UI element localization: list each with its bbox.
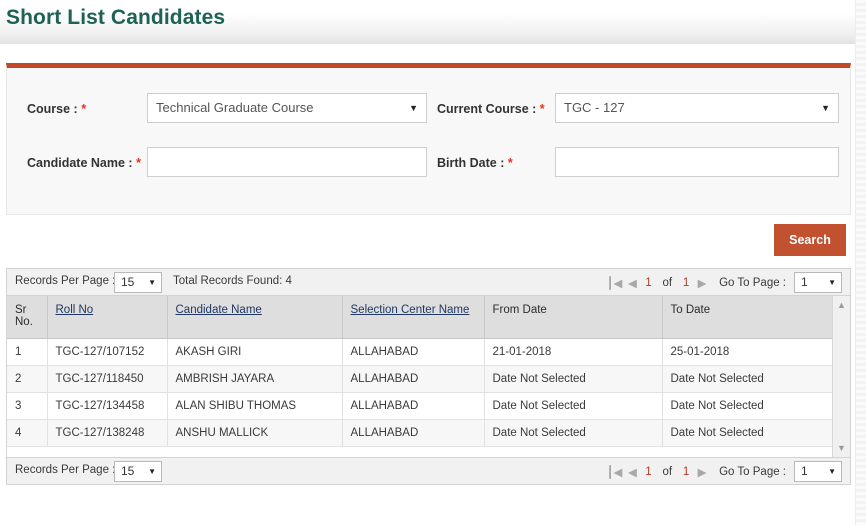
- cell-sr-no: 4: [7, 419, 48, 447]
- cell-sr-no: 2: [7, 365, 48, 393]
- goto-page-value: 1: [801, 275, 808, 289]
- birth-date-input[interactable]: [555, 147, 839, 177]
- records-per-page-value-bottom: 15: [121, 464, 135, 478]
- total-records-found: Total Records Found: 4: [173, 275, 292, 287]
- current-page-number: 1: [645, 276, 652, 289]
- column-header-candidate-name[interactable]: Candidate Name: [167, 296, 343, 339]
- table-row[interactable]: 4 TGC-127/138248 ANSHU MALLICK ALLAHABAD…: [7, 419, 833, 447]
- chevron-down-icon: ▼: [821, 103, 830, 113]
- first-page-icon[interactable]: ┃◀: [605, 269, 623, 296]
- of-label-bottom: of: [662, 465, 673, 478]
- candidate-name-input[interactable]: [147, 147, 427, 177]
- previous-page-icon[interactable]: ◀: [623, 458, 641, 485]
- cell-from-date: Date Not Selected: [484, 392, 663, 420]
- course-select[interactable]: Technical Graduate Course ▼: [147, 93, 427, 123]
- current-page-number-bottom: 1: [645, 465, 652, 478]
- table-scroll-region: Sr No. Roll No Candidate Name Selection …: [7, 296, 850, 457]
- goto-page-select-bottom[interactable]: 1 ▼: [794, 461, 842, 482]
- chevron-down-icon: ▼: [828, 278, 836, 287]
- cell-candidate-name: ALAN SHIBU THOMAS: [167, 392, 343, 420]
- cell-selection-center: ALLAHABAD: [342, 365, 485, 393]
- cell-to-date: Date Not Selected: [662, 365, 833, 393]
- current-course-label: Current Course : *: [437, 102, 545, 116]
- cell-selection-center: ALLAHABAD: [342, 392, 485, 420]
- cell-to-date: 25-01-2018: [662, 338, 833, 366]
- cell-sr-no: 1: [7, 338, 48, 366]
- current-course-select-value: TGC - 127: [564, 100, 625, 115]
- records-per-page-value: 15: [121, 275, 135, 289]
- pager-bar-bottom: Records Per Page : 15 ▼ ┃◀ ◀ 1 of 1 ▶ Go…: [7, 457, 850, 484]
- next-page-icon[interactable]: ▶: [693, 269, 711, 296]
- page-title: Short List Candidates: [6, 6, 226, 29]
- goto-page-label-bottom: Go To Page :: [719, 465, 786, 478]
- required-asterisk: *: [539, 102, 545, 116]
- search-filter-panel: Course : * Technical Graduate Course ▼ C…: [6, 63, 851, 215]
- search-button[interactable]: Search: [774, 224, 846, 256]
- candidate-name-label: Candidate Name : *: [27, 156, 141, 170]
- chevron-down-icon: ▼: [828, 467, 836, 476]
- total-page-number: 1: [682, 276, 690, 289]
- birth-date-label: Birth Date : *: [437, 156, 513, 170]
- required-asterisk: *: [81, 102, 87, 116]
- pager-bar-top: Records Per Page : 15 ▼ Total Records Fo…: [7, 269, 850, 296]
- column-header-selection-center-name[interactable]: Selection Center Name: [342, 296, 485, 339]
- total-page-number-bottom: 1: [682, 465, 690, 478]
- table-vertical-scrollbar[interactable]: ▲ ▼: [832, 296, 850, 457]
- cell-from-date: Date Not Selected: [484, 419, 663, 447]
- cell-candidate-name: AKASH GIRI: [167, 338, 343, 366]
- cell-roll-no: TGC-127/118450: [47, 365, 168, 393]
- chevron-down-icon: ▼: [409, 103, 418, 113]
- scroll-down-icon[interactable]: ▼: [833, 440, 850, 456]
- cell-from-date: 21-01-2018: [484, 338, 663, 366]
- column-header-from-date: From Date: [484, 296, 663, 339]
- chevron-down-icon: ▼: [148, 467, 156, 476]
- table-header-row: Sr No. Roll No Candidate Name Selection …: [7, 296, 833, 339]
- goto-page-label: Go To Page :: [719, 276, 786, 289]
- cell-roll-no: TGC-127/134458: [47, 392, 168, 420]
- pagination-controls-bottom: ┃◀ ◀ 1 of 1 ▶ Go To Page : 1 ▼: [605, 458, 842, 485]
- table-row[interactable]: 2 TGC-127/118450 AMBRISH JAYARA ALLAHABA…: [7, 365, 833, 393]
- required-asterisk: *: [507, 156, 513, 170]
- page-header-band: Short List Candidates: [0, 0, 866, 44]
- goto-page-value-bottom: 1: [801, 464, 808, 478]
- required-asterisk: *: [136, 156, 141, 170]
- goto-page-select-top[interactable]: 1 ▼: [794, 272, 842, 293]
- records-per-page-label-bottom: Records Per Page :: [15, 464, 116, 476]
- previous-page-icon[interactable]: ◀: [623, 269, 641, 296]
- cell-candidate-name: AMBRISH JAYARA: [167, 365, 343, 393]
- candidates-table: Sr No. Roll No Candidate Name Selection …: [7, 296, 833, 447]
- cell-sr-no: 3: [7, 392, 48, 420]
- course-label: Course : *: [27, 102, 87, 116]
- column-header-sr-no: Sr No.: [7, 296, 48, 339]
- cell-from-date: Date Not Selected: [484, 365, 663, 393]
- column-header-to-date: To Date: [662, 296, 833, 339]
- records-per-page-label: Records Per Page :: [15, 275, 116, 287]
- cell-candidate-name: ANSHU MALLICK: [167, 419, 343, 447]
- cell-to-date: Date Not Selected: [662, 419, 833, 447]
- column-header-roll-no[interactable]: Roll No: [47, 296, 168, 339]
- cell-selection-center: ALLAHABAD: [342, 419, 485, 447]
- cell-roll-no: TGC-127/107152: [47, 338, 168, 366]
- current-course-select[interactable]: TGC - 127 ▼: [555, 93, 839, 123]
- cell-roll-no: TGC-127/138248: [47, 419, 168, 447]
- scroll-up-icon[interactable]: ▲: [833, 297, 850, 313]
- page-right-edge-strip: [855, 0, 866, 525]
- course-select-value: Technical Graduate Course: [156, 100, 314, 115]
- table-row[interactable]: 3 TGC-127/134458 ALAN SHIBU THOMAS ALLAH…: [7, 392, 833, 420]
- records-per-page-select-top[interactable]: 15 ▼: [114, 272, 162, 293]
- cell-to-date: Date Not Selected: [662, 392, 833, 420]
- cell-selection-center: ALLAHABAD: [342, 338, 485, 366]
- table-row[interactable]: 1 TGC-127/107152 AKASH GIRI ALLAHABAD 21…: [7, 338, 833, 366]
- next-page-icon[interactable]: ▶: [693, 458, 711, 485]
- of-label: of: [662, 276, 673, 289]
- records-per-page-select-bottom[interactable]: 15 ▼: [114, 461, 162, 482]
- results-grid: Records Per Page : 15 ▼ Total Records Fo…: [6, 268, 851, 485]
- first-page-icon[interactable]: ┃◀: [605, 458, 623, 485]
- chevron-down-icon: ▼: [148, 278, 156, 287]
- pagination-controls-top: ┃◀ ◀ 1 of 1 ▶ Go To Page : 1 ▼: [605, 269, 842, 296]
